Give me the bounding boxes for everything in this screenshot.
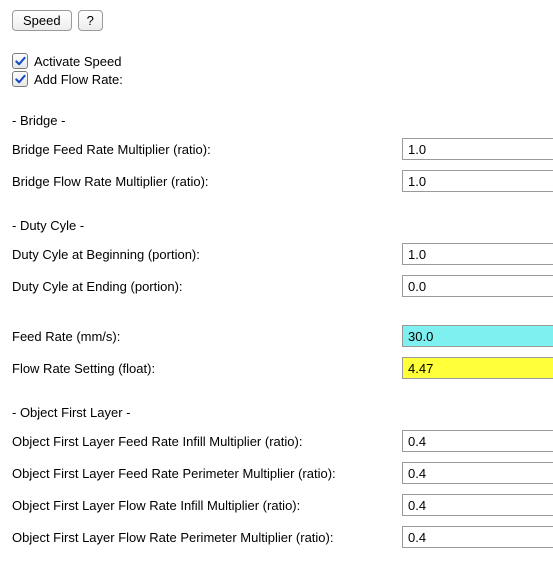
bridge-header: - Bridge - (12, 113, 541, 128)
ofl-feed-perimeter-input[interactable] (402, 462, 553, 484)
ofl-feed-infill-input[interactable] (402, 430, 553, 452)
feed-rate-input[interactable] (402, 325, 553, 347)
bridge-feed-mult-label: Bridge Feed Rate Multiplier (ratio): (12, 142, 402, 157)
ofl-feed-perimeter-label: Object First Layer Feed Rate Perimeter M… (12, 466, 402, 481)
ofl-flow-perimeter-input[interactable] (402, 526, 553, 548)
bridge-flow-mult-label: Bridge Flow Rate Multiplier (ratio): (12, 174, 402, 189)
speed-button[interactable]: Speed (12, 10, 72, 31)
ofl-flow-perimeter-label: Object First Layer Flow Rate Perimeter M… (12, 530, 402, 545)
activate-speed-label: Activate Speed (34, 54, 121, 69)
feed-rate-label: Feed Rate (mm/s): (12, 329, 402, 344)
check-icon (15, 56, 26, 67)
bridge-flow-mult-input[interactable] (402, 170, 553, 192)
help-button[interactable]: ? (78, 10, 103, 31)
duty-header: - Duty Cyle - (12, 218, 541, 233)
duty-end-label: Duty Cyle at Ending (portion): (12, 279, 402, 294)
duty-begin-label: Duty Cyle at Beginning (portion): (12, 247, 402, 262)
add-flow-rate-checkbox[interactable] (12, 71, 28, 87)
duty-begin-input[interactable] (402, 243, 553, 265)
activate-speed-checkbox[interactable] (12, 53, 28, 69)
flow-rate-label: Flow Rate Setting (float): (12, 361, 402, 376)
flow-rate-input[interactable] (402, 357, 553, 379)
add-flow-rate-label: Add Flow Rate: (34, 72, 123, 87)
bridge-feed-mult-input[interactable] (402, 138, 553, 160)
duty-end-input[interactable] (402, 275, 553, 297)
ofl-feed-infill-label: Object First Layer Feed Rate Infill Mult… (12, 434, 402, 449)
first-layer-header: - Object First Layer - (12, 405, 541, 420)
check-icon (15, 74, 26, 85)
ofl-flow-infill-label: Object First Layer Flow Rate Infill Mult… (12, 498, 402, 513)
ofl-flow-infill-input[interactable] (402, 494, 553, 516)
